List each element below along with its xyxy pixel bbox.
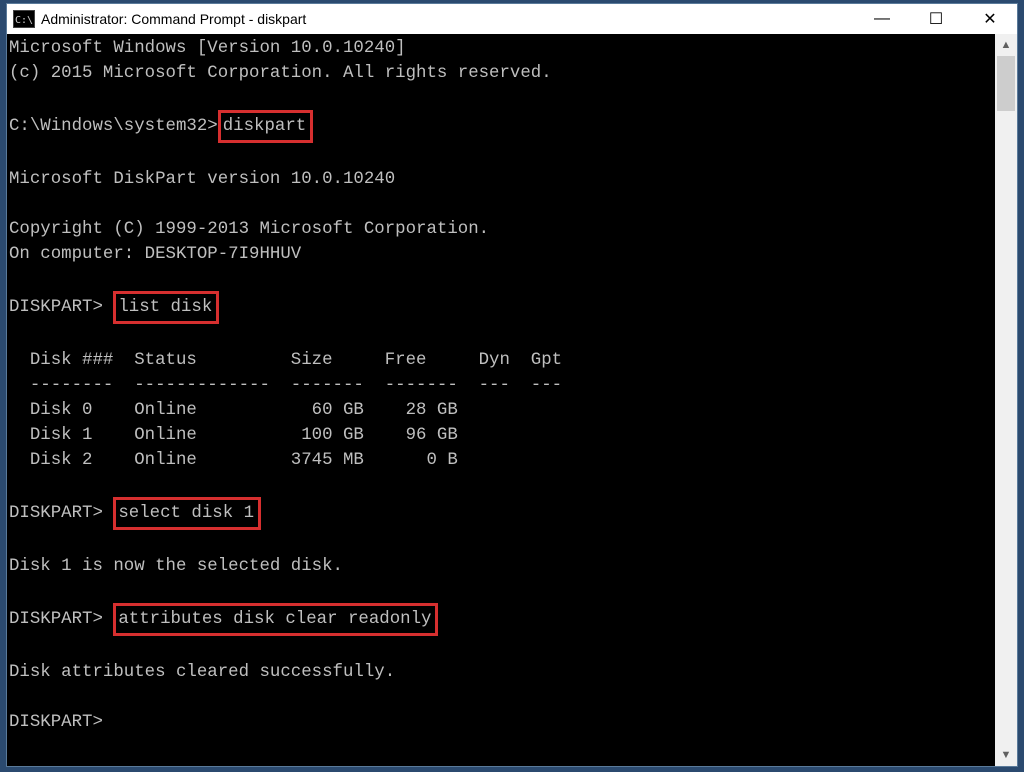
table-row: Disk 2 Online 3745 MB 0 B xyxy=(9,451,458,470)
highlighted-command-select-disk: select disk 1 xyxy=(113,497,261,530)
cmd-icon: C:\ xyxy=(13,10,35,28)
line: Disk 1 is now the selected disk. xyxy=(9,557,343,576)
svg-text:C:\: C:\ xyxy=(15,15,33,25)
table-row: Disk 1 Online 100 GB 96 GB xyxy=(9,426,458,445)
line: Disk attributes cleared successfully. xyxy=(9,663,395,682)
table-divider: -------- ------------- ------- ------- -… xyxy=(9,376,562,395)
scroll-down-arrow-icon[interactable]: ▼ xyxy=(995,744,1017,766)
highlighted-command-attributes: attributes disk clear readonly xyxy=(113,603,438,636)
titlebar[interactable]: C:\ Administrator: Command Prompt - disk… xyxy=(7,4,1017,34)
client-area: Microsoft Windows [Version 10.0.10240] (… xyxy=(7,34,1017,766)
window-title: Administrator: Command Prompt - diskpart xyxy=(41,11,306,27)
line: Copyright (C) 1999-2013 Microsoft Corpor… xyxy=(9,220,489,239)
scroll-track[interactable] xyxy=(995,56,1017,744)
highlighted-command-diskpart: diskpart xyxy=(218,110,314,143)
line: Microsoft DiskPart version 10.0.10240 xyxy=(9,170,395,189)
prompt: DISKPART> xyxy=(9,713,103,732)
line: Microsoft Windows [Version 10.0.10240] xyxy=(9,39,406,58)
scroll-thumb[interactable] xyxy=(997,56,1015,111)
minimize-button[interactable]: — xyxy=(855,4,909,34)
prompt: DISKPART> xyxy=(9,610,113,629)
highlighted-command-list-disk: list disk xyxy=(113,291,219,324)
prompt: C:\Windows\system32> xyxy=(9,117,218,136)
maximize-button[interactable]: ☐ xyxy=(909,4,963,34)
prompt: DISKPART> xyxy=(9,504,113,523)
command-prompt-window: C:\ Administrator: Command Prompt - disk… xyxy=(6,3,1018,767)
table-header: Disk ### Status Size Free Dyn Gpt xyxy=(9,351,562,370)
vertical-scrollbar[interactable]: ▲ ▼ xyxy=(995,34,1017,766)
window-controls: — ☐ ✕ xyxy=(855,4,1017,34)
table-row: Disk 0 Online 60 GB 28 GB xyxy=(9,401,458,420)
line: On computer: DESKTOP-7I9HHUV xyxy=(9,245,301,264)
close-button[interactable]: ✕ xyxy=(963,4,1017,34)
line: (c) 2015 Microsoft Corporation. All righ… xyxy=(9,64,552,83)
prompt: DISKPART> xyxy=(9,298,113,317)
scroll-up-arrow-icon[interactable]: ▲ xyxy=(995,34,1017,56)
terminal-output[interactable]: Microsoft Windows [Version 10.0.10240] (… xyxy=(7,34,995,766)
